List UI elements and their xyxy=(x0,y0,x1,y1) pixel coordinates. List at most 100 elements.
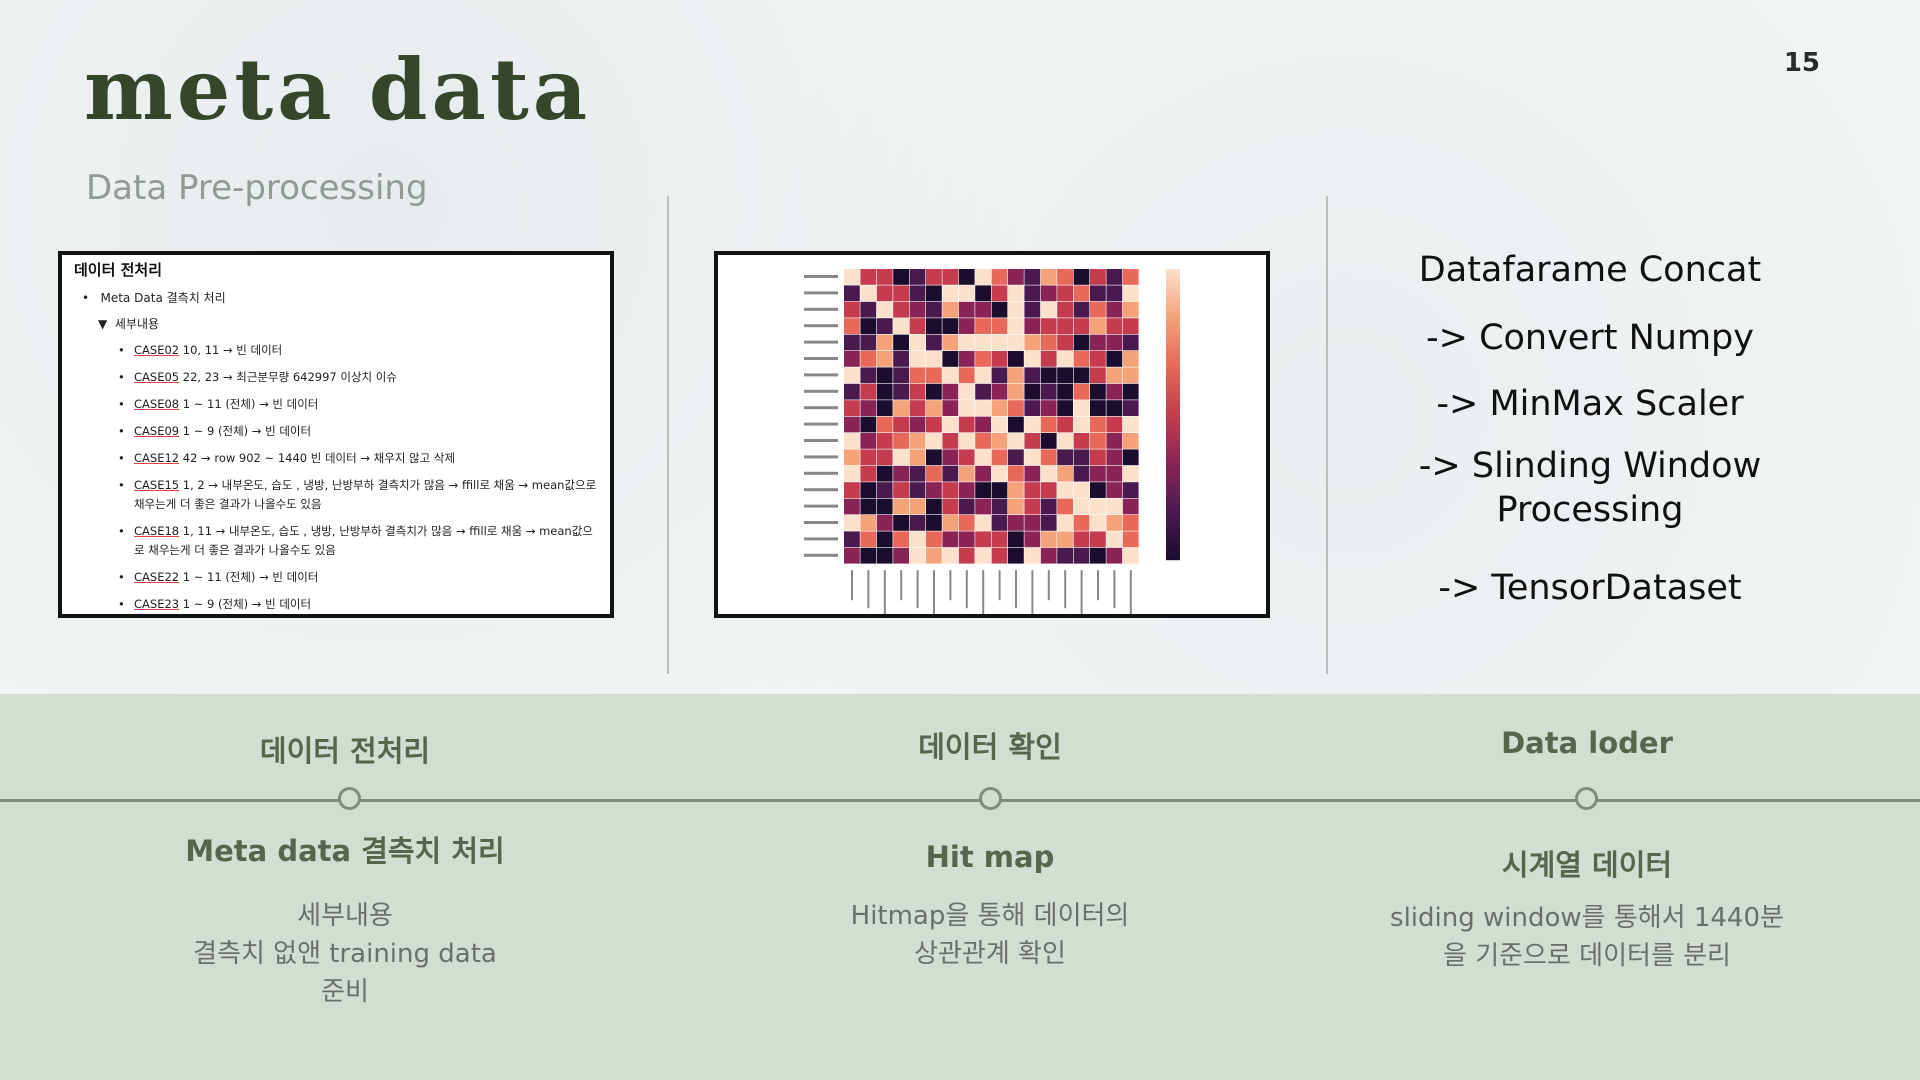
heatmap-cell xyxy=(975,301,991,318)
heatmap-row-label xyxy=(804,291,838,295)
heatmap-cell xyxy=(844,285,860,302)
heatmap-cell xyxy=(1073,301,1090,318)
column-subheading: Hit map xyxy=(925,840,1055,874)
heatmap-cell xyxy=(1122,334,1139,351)
heatmap-cell xyxy=(1106,515,1123,531)
heatmap-cell xyxy=(844,416,860,433)
heatmap-cell xyxy=(1057,367,1073,384)
column-description: 세부내용 결측치 없앤 training data 준비 xyxy=(193,901,497,1007)
heatmap-cell xyxy=(1057,515,1073,531)
heatmap-cell xyxy=(991,547,1008,564)
heatmap-cell xyxy=(1073,334,1090,351)
heatmap-cell xyxy=(844,351,860,367)
heatmap-cell xyxy=(926,416,942,433)
heatmap-cell xyxy=(958,400,975,416)
heatmap-cell xyxy=(991,531,1008,548)
heatmap-cell xyxy=(1024,547,1041,564)
heatmap-cell xyxy=(1122,367,1139,384)
heatmap-cell xyxy=(991,449,1008,466)
heatmap-cell xyxy=(860,433,877,449)
heatmap-cell xyxy=(876,334,893,351)
doc-list-item: CASE23 1 ~ 9 (전체) → 빈 데이터 xyxy=(62,595,610,614)
heatmap-cell xyxy=(1057,547,1073,564)
column-description: sliding window를 통해서 1440분 을 기준으로 데이터를 분리 xyxy=(1390,903,1784,971)
heatmap-cell xyxy=(893,547,909,564)
heatmap-cell xyxy=(1106,334,1123,351)
pipeline-step: -> TensorDataset xyxy=(1438,568,1742,608)
heatmap-cell xyxy=(926,285,942,302)
heatmap-cell xyxy=(958,318,975,334)
heatmap-cell xyxy=(1057,482,1073,498)
pipeline-step: -> MinMax Scaler xyxy=(1436,384,1744,424)
heatmap-cell xyxy=(1024,318,1041,334)
heatmap-cell xyxy=(1008,449,1024,466)
heatmap-cell xyxy=(926,482,942,498)
heatmap-cell xyxy=(942,482,959,498)
heatmap-cell xyxy=(1122,547,1139,564)
heatmap-cell xyxy=(1122,482,1139,498)
heatmap-cell xyxy=(991,400,1008,416)
heatmap-cell xyxy=(1040,269,1057,285)
heatmap-cell xyxy=(1122,301,1139,318)
heatmap-cell xyxy=(958,547,975,564)
heatmap-cell xyxy=(1057,465,1073,482)
column-subheading: Meta data 결측치 처리 xyxy=(185,834,505,868)
heatmap-cell xyxy=(1040,465,1057,482)
heatmap-cell xyxy=(876,400,893,416)
heatmap-cell xyxy=(1040,334,1057,351)
case-note: 1 ~ 11 (전체) → 빈 데이터 xyxy=(179,570,319,584)
doc-list-item: CASE22 1 ~ 11 (전체) → 빈 데이터 xyxy=(62,568,610,587)
heatmap-cell xyxy=(975,547,991,564)
heatmap-cell xyxy=(876,269,893,285)
heatmap-cell xyxy=(1106,400,1123,416)
heatmap-cell xyxy=(1008,465,1024,482)
doc-bullet-level1: • Meta Data 결측치 처리 xyxy=(82,291,226,305)
heatmap-cell xyxy=(1040,285,1057,302)
heatmap-cell xyxy=(1057,285,1073,302)
heatmap-cell xyxy=(991,285,1008,302)
heatmap-cell xyxy=(909,318,926,334)
heatmap-col-label xyxy=(851,570,853,601)
heatmap-cell xyxy=(926,318,942,334)
heatmap-row-label xyxy=(804,488,838,492)
heatmap-cell xyxy=(909,531,926,548)
heatmap-cell xyxy=(909,351,926,367)
heatmap-cell xyxy=(942,465,959,482)
heatmap-cell xyxy=(1057,351,1073,367)
heatmap-cell xyxy=(1008,416,1024,433)
case-id: CASE05 xyxy=(134,370,180,384)
heatmap-cell xyxy=(1057,400,1073,416)
heatmap-cell xyxy=(975,416,991,433)
heatmap-cell xyxy=(909,433,926,449)
heatmap-cell xyxy=(1040,318,1057,334)
heatmap-cell xyxy=(844,400,860,416)
heatmap-cell xyxy=(844,383,860,400)
heatmap-cell xyxy=(876,547,893,564)
heatmap-cell xyxy=(942,301,959,318)
heatmap-cell xyxy=(942,449,959,466)
heatmap-cell xyxy=(876,367,893,384)
heatmap-cell xyxy=(991,465,1008,482)
heatmap-cell xyxy=(1073,383,1090,400)
heatmap-cell xyxy=(991,318,1008,334)
heatmap-cell xyxy=(860,285,877,302)
heatmap-cell xyxy=(909,301,926,318)
heatmap-cell xyxy=(1040,498,1057,515)
heatmap-cell xyxy=(991,515,1008,531)
heatmap-cell xyxy=(844,547,860,564)
heatmap-cell xyxy=(1090,449,1106,466)
heatmap-cell xyxy=(1040,301,1057,318)
case-note: 1 ~ 9 (전체) → 빈 데이터 xyxy=(179,597,312,611)
heatmap-cell xyxy=(1090,269,1106,285)
column-divider xyxy=(667,196,669,674)
heatmap-cell xyxy=(1073,269,1090,285)
heatmap-cell xyxy=(975,269,991,285)
heatmap-cell xyxy=(1106,531,1123,548)
heatmap-cell xyxy=(926,301,942,318)
heatmap-cell xyxy=(1122,269,1139,285)
heatmap-colorbar xyxy=(1166,269,1180,561)
heatmap-cell xyxy=(1040,416,1057,433)
heatmap-cell xyxy=(1073,351,1090,367)
heatmap-cell xyxy=(860,383,877,400)
heatmap-cell xyxy=(926,498,942,515)
